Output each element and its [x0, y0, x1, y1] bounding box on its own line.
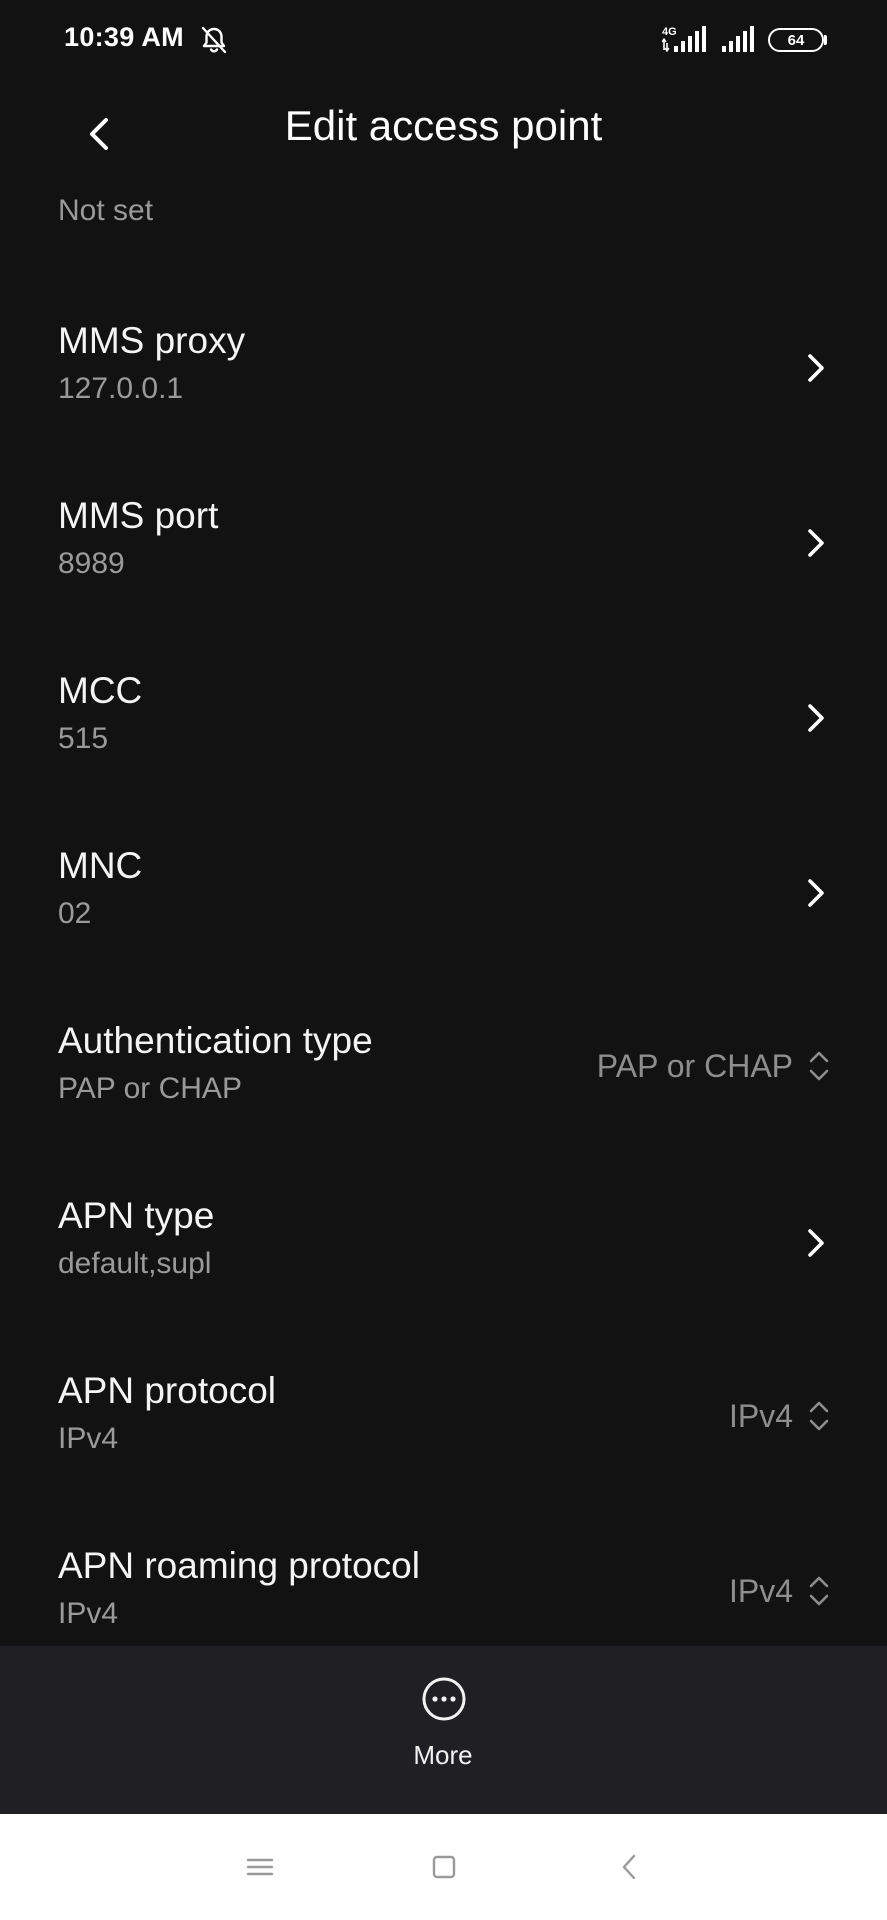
up-down-icon — [809, 1576, 829, 1606]
select-selected-value[interactable]: PAP or CHAP — [597, 1048, 793, 1085]
more-horizontal-icon — [422, 1677, 466, 1721]
list-item-title: APN type — [58, 1195, 215, 1236]
app-header: Edit access point — [0, 80, 887, 180]
list-item-title: MMS proxy — [58, 320, 246, 361]
more-label: More — [413, 1740, 473, 1770]
back-triangle-icon[interactable] — [610, 1850, 650, 1884]
list-item-value: 8989 — [58, 547, 125, 580]
bottom-action-bar: More — [0, 1646, 887, 1814]
signal-4g-icon: 4G — [662, 26, 706, 53]
list-item-mcc[interactable]: MCC 515 — [0, 640, 887, 815]
battery-level: 64 — [787, 31, 805, 49]
signal-icon — [722, 26, 754, 52]
list-item-authentication-type[interactable]: Authentication type PAP or CHAP PAP or C… — [0, 990, 887, 1165]
list-item-value: IPv4 — [58, 1422, 119, 1455]
chevron-right-icon — [808, 354, 824, 382]
settings-list[interactable]: Not set MMS proxy 127.0.0.1 MMS port 898… — [0, 180, 887, 1646]
list-item-value: PAP or CHAP — [58, 1072, 242, 1105]
chevron-right-icon — [808, 704, 824, 732]
list-item-partial[interactable]: Not set — [0, 180, 887, 270]
list-item-value: 515 — [58, 722, 109, 755]
status-time: 10:39 AM — [64, 22, 184, 52]
list-item-apn-protocol[interactable]: APN protocol IPv4 IPv4 — [0, 1340, 887, 1515]
list-item-title: MNC — [58, 845, 143, 886]
battery-cap — [824, 35, 827, 45]
list-item-title: APN roaming protocol — [58, 1545, 420, 1586]
network-type-label: 4G — [662, 26, 677, 38]
page-title: Edit access point — [284, 102, 603, 149]
list-item-title: MMS port — [58, 495, 219, 536]
list-item-title: APN protocol — [58, 1370, 276, 1411]
select-selected-value[interactable]: IPv4 — [729, 1398, 793, 1435]
bell-off-icon — [201, 26, 227, 54]
list-item-title: Authentication type — [58, 1020, 373, 1061]
up-down-icon — [809, 1051, 829, 1081]
home-square-icon[interactable] — [424, 1850, 464, 1884]
battery-icon: 64 — [768, 28, 824, 52]
list-item-title: MCC — [58, 670, 143, 711]
list-item-mms-port[interactable]: MMS port 8989 — [0, 465, 887, 640]
chevron-right-icon — [808, 529, 824, 557]
status-bar: 10:39 AM 4G 64 — [0, 0, 887, 80]
chevron-right-icon — [808, 879, 824, 907]
chevron-right-icon — [808, 1229, 824, 1257]
list-item-value: Not set — [58, 194, 154, 227]
list-item-apn-roaming-protocol[interactable]: APN roaming protocol IPv4 IPv4 — [0, 1515, 887, 1646]
list-item-value: default,supl — [58, 1247, 212, 1280]
list-item-mnc[interactable]: MNC 02 — [0, 815, 887, 990]
list-item-mms-proxy[interactable]: MMS proxy 127.0.0.1 — [0, 290, 887, 465]
list-item-value: 127.0.0.1 — [58, 372, 184, 405]
more-button[interactable]: More — [383, 1676, 503, 1786]
list-item-value: 02 — [58, 897, 92, 930]
list-item-value: IPv4 — [58, 1597, 119, 1630]
select-selected-value[interactable]: IPv4 — [729, 1573, 793, 1610]
system-nav-bar — [0, 1814, 887, 1920]
menu-icon[interactable] — [240, 1850, 280, 1884]
up-down-icon — [809, 1401, 829, 1431]
list-item-apn-type[interactable]: APN type default,supl — [0, 1165, 887, 1340]
